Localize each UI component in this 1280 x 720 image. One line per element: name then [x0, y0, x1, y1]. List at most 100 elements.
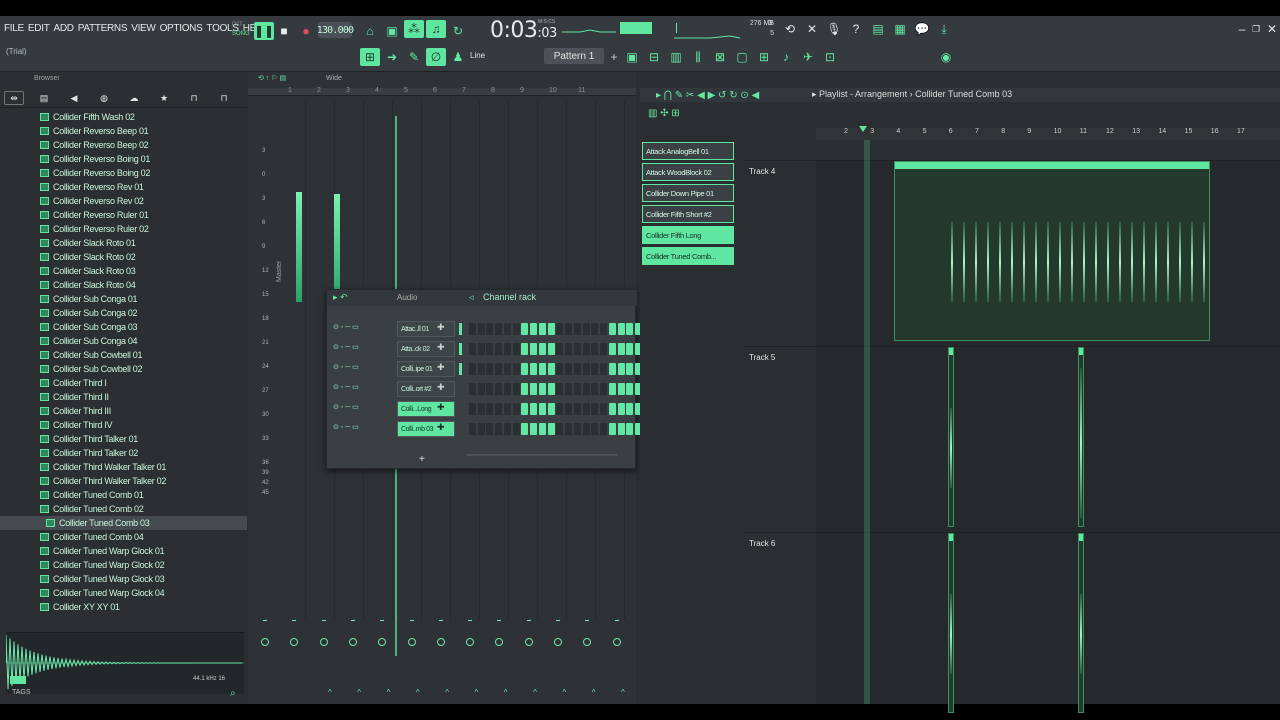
step-button[interactable] — [547, 383, 555, 395]
stamp-icon[interactable]: ♟ — [448, 48, 468, 66]
step-button[interactable] — [626, 343, 633, 355]
metronome-icon[interactable]: ⌂ — [360, 22, 380, 40]
plugin-tab-icon[interactable]: ◍ — [94, 91, 114, 105]
project-info-icon[interactable]: ✈ — [798, 48, 818, 66]
browser-item[interactable]: Collider XY XY 01 — [0, 600, 247, 614]
step-button[interactable] — [617, 383, 625, 395]
step-button[interactable] — [529, 403, 537, 415]
audio-clip[interactable] — [948, 347, 954, 527]
channel-target-icon[interactable]: ✚ — [437, 382, 445, 393]
plugin-database-icon[interactable]: ◀ — [64, 91, 84, 105]
step-button[interactable] — [486, 383, 493, 395]
track-lane[interactable] — [816, 533, 1280, 713]
channel-controls-icon[interactable]: ⊙ ◦ ─ ▭ — [333, 383, 359, 391]
step-button[interactable] — [582, 343, 590, 355]
send-arrow-icon[interactable]: ^ — [416, 688, 420, 697]
step-button[interactable] — [512, 403, 520, 415]
browser-item[interactable]: Collider Tuned Comb 01 — [0, 488, 247, 502]
step-button[interactable] — [591, 383, 598, 395]
online-icon[interactable]: ◉ — [936, 48, 956, 66]
channel-controls-icon[interactable]: ⊙ ◦ ─ ▭ — [333, 423, 359, 431]
channel-controls-icon[interactable]: ⊙ ◦ ─ ▭ — [333, 343, 359, 351]
step-button[interactable] — [469, 403, 476, 415]
step-button[interactable] — [547, 363, 555, 375]
step-button[interactable] — [582, 423, 590, 435]
step-button[interactable] — [547, 403, 555, 415]
browser-item[interactable]: Collider Sub Conga 04 — [0, 334, 247, 348]
stop-button[interactable]: ■ — [274, 22, 294, 40]
tempo-display[interactable]: 130.000 — [317, 22, 354, 38]
step-button[interactable] — [494, 363, 502, 375]
step-button[interactable] — [582, 363, 590, 375]
step-button[interactable] — [486, 343, 493, 355]
browser-item[interactable]: Collider Third Talker 01 — [0, 432, 247, 446]
menu-edit[interactable]: EDIT — [28, 23, 50, 34]
playlist-tool-icons[interactable]: ▸ ⋂ ✎ ✂ ◀ ▶ ↺ ↻ ⊙ ◀ — [656, 90, 759, 101]
audio-clip[interactable] — [1078, 347, 1084, 527]
browser-item[interactable]: Collider Reverso Boing 01 — [0, 152, 247, 166]
channel-target-icon[interactable]: ✚ — [437, 322, 445, 333]
browser-item[interactable]: Collider Slack Roto 02 — [0, 250, 247, 264]
step-button[interactable] — [582, 403, 590, 415]
piano-roll-window-icon[interactable]: ▥ — [666, 48, 686, 66]
browser-item[interactable]: Collider Sub Conga 01 — [0, 292, 247, 306]
step-button[interactable] — [529, 323, 537, 335]
step-button[interactable] — [539, 383, 546, 395]
send-arrow-icon[interactable]: ^ — [357, 688, 361, 697]
step-button[interactable] — [574, 383, 581, 395]
step-sequencer-icon[interactable]: ⊟ — [644, 48, 664, 66]
all-tab-icon[interactable]: ⇹ — [4, 91, 24, 105]
step-button[interactable] — [609, 423, 616, 435]
step-button[interactable] — [494, 343, 502, 355]
step-button[interactable] — [521, 323, 528, 335]
step-button[interactable] — [556, 343, 563, 355]
pan-knob[interactable] — [524, 638, 533, 646]
channel-target-icon[interactable]: ✚ — [437, 422, 445, 433]
step-button[interactable] — [521, 423, 528, 435]
step-button[interactable] — [574, 423, 581, 435]
favorites-icon[interactable]: ★ — [154, 91, 174, 105]
browser-item[interactable]: Collider Sub Conga 02 — [0, 306, 247, 320]
step-button[interactable] — [486, 423, 493, 435]
channel-select-indicator[interactable] — [459, 323, 462, 335]
channel-controls-icon[interactable]: ⊙ ◦ ─ ▭ — [333, 323, 359, 331]
countdown-icon[interactable]: ⁂ — [404, 20, 424, 38]
snap-mode-label[interactable]: Line — [470, 51, 485, 60]
channel-controls-icon[interactable]: ⊙ ◦ ─ ▭ — [333, 403, 359, 411]
drum-icon[interactable]: ⊓ — [184, 91, 204, 105]
step-button[interactable] — [504, 343, 511, 355]
channel-target-icon[interactable]: ✚ — [437, 362, 445, 373]
pan-knob[interactable] — [554, 638, 562, 646]
playlist-grid-icons[interactable]: ▥ ✣ ⊞ — [648, 108, 680, 119]
browser-item[interactable]: Collider Slack Roto 03 — [0, 264, 247, 278]
browser-item[interactable]: Collider Tuned Comb 03 — [0, 516, 247, 530]
step-button[interactable] — [609, 343, 616, 355]
step-button[interactable] — [539, 343, 546, 355]
download-icon[interactable]: ⤓ — [934, 20, 954, 38]
send-arrow-icon[interactable]: ^ — [621, 688, 625, 697]
step-button[interactable] — [512, 363, 520, 375]
track-name[interactable]: Track 5 — [749, 353, 775, 362]
step-button[interactable] — [539, 423, 546, 435]
step-button[interactable] — [512, 423, 520, 435]
step-button[interactable] — [609, 363, 616, 375]
step-button[interactable] — [529, 423, 537, 435]
send-arrow-icon[interactable]: ^ — [328, 688, 332, 697]
step-button[interactable] — [494, 423, 502, 435]
browser-item[interactable]: Collider Third I — [0, 376, 247, 390]
pattern-list-item[interactable]: Collider Fifth Short #2 — [642, 205, 734, 223]
step-button[interactable] — [564, 383, 572, 395]
step-button[interactable] — [486, 363, 493, 375]
plugin-icon[interactable]: ▦ — [890, 20, 910, 38]
record-button[interactable]: ● — [296, 22, 316, 40]
step-button[interactable] — [591, 403, 598, 415]
step-button[interactable] — [599, 343, 607, 355]
step-button[interactable] — [564, 343, 572, 355]
step-button[interactable] — [539, 323, 546, 335]
menu-view[interactable]: VIEW — [131, 23, 156, 34]
channel-target-icon[interactable]: ✚ — [437, 342, 445, 353]
search-icon[interactable]: ⌕ — [230, 688, 236, 699]
browser-item[interactable]: Collider Third Walker Talker 02 — [0, 474, 247, 488]
pan-knob[interactable] — [261, 638, 269, 646]
pan-knob[interactable] — [436, 638, 445, 646]
